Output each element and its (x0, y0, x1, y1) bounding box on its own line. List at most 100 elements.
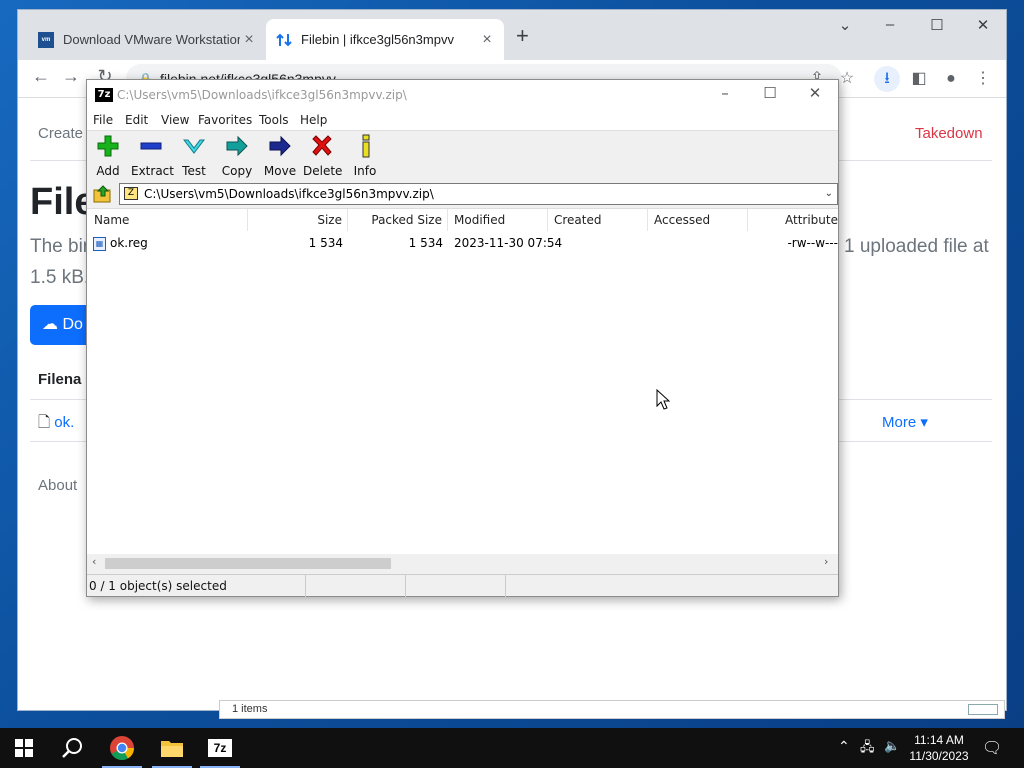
menu-favorites[interactable]: Favorites (198, 113, 252, 127)
cell-name: ok.reg (110, 236, 148, 250)
7zip-toolbar: Add Extract Test Copy Move Delete Info (87, 130, 838, 180)
nav-create-link[interactable]: Create (38, 125, 83, 142)
7zip-title-bar: 7z C:\Users\vm5\Downloads\ifkce3gl56n3mp… (87, 80, 838, 110)
path-input[interactable]: Z C:\Users\vm5\Downloads\ifkce3gl56n3mpv… (119, 183, 838, 205)
column-accessed[interactable]: Accessed (648, 209, 748, 231)
scroll-right-icon[interactable]: › (824, 555, 828, 568)
scrollbar-thumb[interactable] (105, 558, 391, 569)
explorer-status-text: 1 items (232, 703, 268, 715)
tab-title: Download VMware Workstation (63, 32, 240, 47)
horizontal-scrollbar[interactable]: ‹ › (87, 554, 838, 572)
column-created[interactable]: Created (548, 209, 648, 231)
tab-strip: vm Download VMware Workstation × Filebin… (18, 10, 1006, 60)
path-text: C:\Users\vm5\Downloads\ifkce3gl56n3mpvv.… (144, 187, 434, 201)
minimize-icon[interactable]: – (703, 84, 747, 102)
status-bar: 0 / 1 object(s) selected (87, 574, 838, 597)
maximize-icon[interactable]: ☐ (922, 16, 952, 34)
scroll-left-icon[interactable]: ‹ (92, 555, 96, 568)
file-link[interactable]: 🗋 ok. (38, 412, 74, 437)
nav-takedown-link[interactable]: Takedown (915, 125, 983, 142)
move-arrow-icon (269, 135, 291, 157)
vmware-favicon-icon: vm (38, 31, 54, 48)
registry-file-icon: ▦ (93, 237, 106, 251)
menu-dots-icon[interactable]: ⋮ (970, 66, 996, 92)
menu-help[interactable]: Help (300, 113, 327, 127)
menu-file[interactable]: File (93, 113, 113, 127)
cell-modified: 2023-11-30 07:54 (454, 236, 563, 250)
extract-button[interactable]: Extract (131, 133, 174, 178)
forward-icon[interactable]: → (58, 66, 84, 87)
checkmark-icon (182, 139, 206, 154)
file-explorer-taskbar-button[interactable] (148, 728, 196, 768)
side-panel-icon[interactable]: ◧ (906, 66, 932, 92)
add-button[interactable]: Add (95, 133, 121, 178)
downloads-icon[interactable]: ⭳ (874, 66, 900, 92)
taskbar: 7z ⌃ 🖧 🔈 11:14 AM 11/30/2023 🗨 (0, 728, 1024, 768)
minus-icon (140, 142, 162, 150)
menu-tools[interactable]: Tools (259, 113, 289, 127)
minimize-icon[interactable]: – (875, 16, 905, 33)
menu-bar: File Edit View Favorites Tools Help (87, 110, 838, 130)
notification-icon[interactable]: 🗨 (982, 738, 1002, 758)
archive-icon: Z (124, 187, 138, 200)
clock-time: 11:14 AM (914, 733, 964, 747)
7zip-window: 7z C:\Users\vm5\Downloads\ifkce3gl56n3mp… (86, 79, 839, 597)
column-modified[interactable]: Modified (448, 209, 548, 231)
7zip-taskbar-button[interactable]: 7z (196, 728, 244, 768)
footer-about-link[interactable]: About (38, 477, 77, 494)
7zip-icon: 7z (208, 739, 232, 757)
new-tab-icon[interactable]: + (516, 25, 529, 47)
delete-button[interactable]: Delete (303, 133, 343, 178)
plus-icon (97, 135, 119, 157)
close-tab-icon[interactable]: × (478, 31, 496, 49)
cloud-download-icon: ☁ (42, 316, 58, 333)
view-toggle-icon[interactable] (968, 704, 998, 715)
status-text: 0 / 1 object(s) selected (87, 575, 306, 597)
column-size[interactable]: Size (248, 209, 348, 231)
search-icon (62, 738, 82, 758)
more-dropdown[interactable]: More ▾ (882, 413, 928, 431)
close-icon[interactable]: ✕ (793, 84, 837, 102)
volume-muted-icon[interactable]: 🔈 (884, 738, 900, 754)
download-button-label: Do (62, 316, 83, 333)
tab-vmware[interactable]: vm Download VMware Workstation × (30, 19, 266, 60)
menu-view[interactable]: View (161, 113, 189, 127)
cell-packed-size: 1 534 (408, 236, 443, 250)
test-button[interactable]: Test (181, 133, 207, 178)
description-size: 1.5 kB. (30, 267, 90, 288)
add-label: Add (96, 164, 120, 178)
copy-button[interactable]: Copy (221, 133, 253, 178)
caret-down-icon: ▾ (920, 414, 928, 431)
column-packed-size[interactable]: Packed Size (348, 209, 448, 231)
search-button[interactable] (48, 728, 96, 768)
column-name[interactable]: Name (87, 209, 248, 231)
mouse-cursor-icon (656, 389, 670, 410)
tab-filebin[interactable]: Filebin | ifkce3gl56n3mpvv × (266, 19, 504, 60)
up-folder-icon[interactable] (92, 184, 114, 204)
show-hidden-icons[interactable]: ⌃ (838, 738, 850, 755)
back-icon[interactable]: ← (28, 66, 54, 87)
network-icon[interactable]: 🖧 (860, 738, 875, 760)
clock[interactable]: 11:14 AM 11/30/2023 (905, 732, 973, 764)
start-button[interactable] (0, 728, 48, 768)
tab-title: Filebin | ifkce3gl56n3mpvv (301, 32, 454, 47)
info-label: Info (353, 164, 377, 178)
info-button[interactable]: Info (353, 133, 377, 178)
menu-edit[interactable]: Edit (125, 113, 148, 127)
delete-label: Delete (303, 164, 343, 178)
chrome-taskbar-button[interactable] (98, 728, 146, 768)
delete-x-icon (312, 135, 332, 156)
tab-search-icon[interactable]: ⌄ (830, 16, 860, 34)
profile-icon[interactable]: ● (938, 66, 964, 92)
column-attributes[interactable]: Attribute (748, 209, 838, 231)
status-segment (406, 575, 506, 597)
maximize-icon[interactable]: ☐ (748, 84, 792, 102)
windows-logo-icon (15, 739, 33, 757)
close-icon[interactable]: ✕ (968, 16, 998, 34)
chrome-icon (110, 736, 134, 761)
clock-date: 11/30/2023 (909, 749, 969, 763)
chevron-down-icon[interactable]: ⌄ (825, 184, 833, 204)
file-link-text: ok. (54, 414, 75, 431)
move-button[interactable]: Move (263, 133, 297, 178)
close-tab-icon[interactable]: × (240, 31, 258, 49)
